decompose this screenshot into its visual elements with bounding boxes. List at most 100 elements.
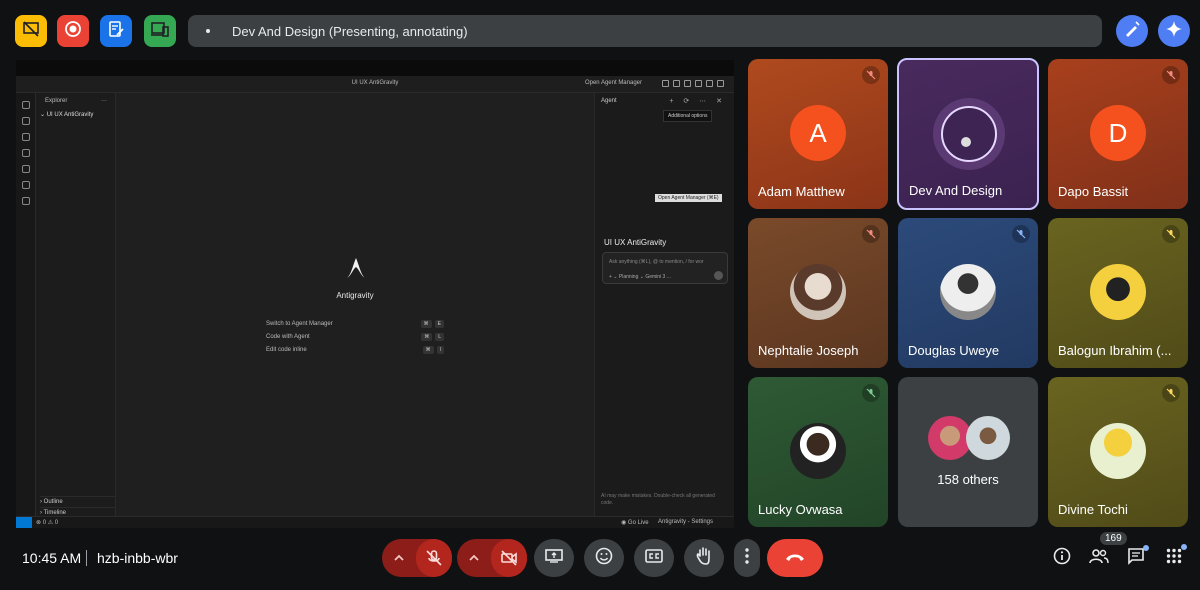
avatar: D	[1090, 105, 1146, 161]
agent-input-placeholder: Ask anything (⌘L), @ to mention, / for w…	[609, 259, 704, 265]
send-icon[interactable]	[714, 271, 723, 280]
notes-button[interactable]	[100, 15, 132, 47]
mic-off-icon	[1162, 384, 1180, 402]
mic-off-icon	[1162, 225, 1180, 243]
avatar-photo	[966, 416, 1010, 460]
divider	[86, 550, 87, 566]
command-label: Switch to Agent Manager	[266, 321, 333, 327]
participant-name: Douglas Uweye	[908, 343, 1000, 358]
participant-name: Balogun Ibrahim (...	[1058, 343, 1172, 358]
ide-layout-icons	[662, 80, 724, 87]
mic-control[interactable]	[382, 539, 452, 577]
mic-off-icon	[862, 66, 880, 84]
search-icon[interactable]	[21, 117, 30, 125]
participant-tile[interactable]: A Adam Matthew	[748, 59, 888, 209]
captions-button[interactable]	[634, 539, 674, 577]
avatar-photo	[790, 423, 846, 479]
others-tile[interactable]: 158 others	[898, 377, 1038, 527]
outline-label: Outline	[43, 499, 63, 505]
gemini-button[interactable]	[1158, 15, 1190, 47]
presenting-label: Dev And Design (Presenting, annotating)	[232, 23, 468, 39]
explorer-title: Explorer	[45, 98, 68, 104]
bottom-bar: 10:45 AM hzb-inbb-wbr 169	[0, 528, 1200, 590]
stop-presenting-button[interactable]	[15, 15, 47, 47]
outline-section[interactable]: › Outline	[40, 496, 116, 505]
agent-input-controls[interactable]: + ⌄ Planning ⌄ Gemini 3 ...	[609, 274, 671, 280]
chevron-up-icon[interactable]	[382, 554, 416, 562]
chevron-up-icon[interactable]	[457, 554, 491, 562]
participant-name: Adam Matthew	[758, 184, 845, 199]
go-live-button[interactable]: ◉ Go Live	[621, 519, 649, 526]
participant-tile[interactable]: Nephtalie Joseph	[748, 218, 888, 368]
search-icon[interactable]	[695, 80, 702, 87]
packages-icon[interactable]	[21, 197, 30, 205]
extensions-icon[interactable]	[21, 181, 30, 189]
people-icon	[1089, 548, 1109, 569]
problems-count[interactable]: ⊗ 0 ⚠ 0	[36, 519, 58, 526]
chat-button[interactable]	[1119, 541, 1153, 575]
pen-icon	[1123, 20, 1141, 43]
mic-off-icon[interactable]	[416, 539, 452, 577]
leave-call-button[interactable]	[767, 539, 823, 577]
participant-name: Dapo Bassit	[1058, 184, 1129, 199]
more-options-button[interactable]	[734, 539, 760, 577]
present-off-icon	[22, 20, 40, 43]
agent-input[interactable]: Ask anything (⌘L), @ to mention, / for w…	[602, 252, 728, 284]
remote-icon[interactable]	[21, 165, 30, 173]
command-code-agent[interactable]: Code with Agent ⌘ L	[266, 333, 444, 341]
mic-off-icon	[1012, 225, 1030, 243]
command-label: Edit code inline	[266, 347, 307, 353]
screen-top-strip	[16, 60, 734, 76]
command-switch-agent[interactable]: Switch to Agent Manager ⌘ E	[266, 320, 444, 328]
devices-icon	[150, 20, 170, 43]
timeline-section[interactable]: › Timeline	[40, 507, 116, 516]
key-cap: L	[435, 333, 444, 341]
files-icon[interactable]	[21, 101, 30, 109]
top-bar: Dev And Design (Presenting, annotating)	[0, 0, 1200, 60]
recording-button[interactable]	[57, 15, 89, 47]
remote-indicator-icon[interactable]	[16, 517, 32, 528]
participant-tile[interactable]: Divine Tochi	[1048, 377, 1188, 527]
participant-tile[interactable]: Lucky Ovwasa	[748, 377, 888, 527]
folder-item[interactable]: ⌄ UI UX AntiGravity	[40, 111, 93, 118]
participant-name: Divine Tochi	[1058, 502, 1128, 517]
participant-tile[interactable]: Balogun Ibrahim (...	[1048, 218, 1188, 368]
emoji-icon	[595, 547, 613, 570]
layout-icon[interactable]	[684, 80, 691, 87]
activities-button[interactable]	[1157, 541, 1191, 575]
layout-icon[interactable]	[662, 80, 669, 87]
participant-tile[interactable]: Douglas Uweye	[898, 218, 1038, 368]
run-icon[interactable]	[21, 149, 30, 157]
others-count-label: 158 others	[937, 472, 999, 487]
account-icon[interactable]	[717, 80, 724, 87]
command-edit-inline[interactable]: Edit code inline ⌘ I	[266, 346, 444, 354]
layout-icon[interactable]	[673, 80, 680, 87]
additional-options-tooltip: Additional options	[663, 110, 713, 122]
agent-panel: Agent + ⟳ ⋯ ✕ Additional options Open Ag…	[594, 93, 734, 516]
explorer-more-icon[interactable]: ···	[101, 98, 107, 104]
avatar-photo	[940, 264, 996, 320]
agent-panel-icons[interactable]: + ⟳ ⋯ ✕	[669, 97, 726, 105]
present-button[interactable]	[534, 539, 574, 577]
annotate-button[interactable]	[1116, 15, 1148, 47]
participant-tile[interactable]: D Dapo Bassit	[1048, 59, 1188, 209]
raise-hand-button[interactable]	[684, 539, 724, 577]
participant-tile-presenter[interactable]: Dev And Design	[897, 58, 1039, 210]
open-agent-manager-link[interactable]: Open Agent Manager	[585, 80, 642, 86]
agent-disclaimer: AI may make mistakes. Double-check all g…	[601, 493, 715, 506]
notification-dot-icon	[1181, 544, 1187, 550]
people-button[interactable]	[1082, 541, 1116, 575]
avatar: A	[790, 105, 846, 161]
end-call-icon	[784, 549, 806, 567]
avatar-photo	[790, 264, 846, 320]
reactions-button[interactable]	[584, 539, 624, 577]
settings-status[interactable]: Antigravity - Settings	[658, 519, 713, 525]
settings-icon[interactable]	[706, 80, 713, 87]
camera-control[interactable]	[457, 539, 527, 577]
source-control-icon[interactable]	[21, 133, 30, 141]
meeting-info-button[interactable]	[1045, 541, 1079, 575]
agent-project-name: UI UX AntiGravity	[604, 238, 667, 247]
companion-button[interactable]	[144, 15, 176, 47]
camera-off-icon[interactable]	[491, 539, 527, 577]
key-cap: I	[436, 346, 444, 354]
